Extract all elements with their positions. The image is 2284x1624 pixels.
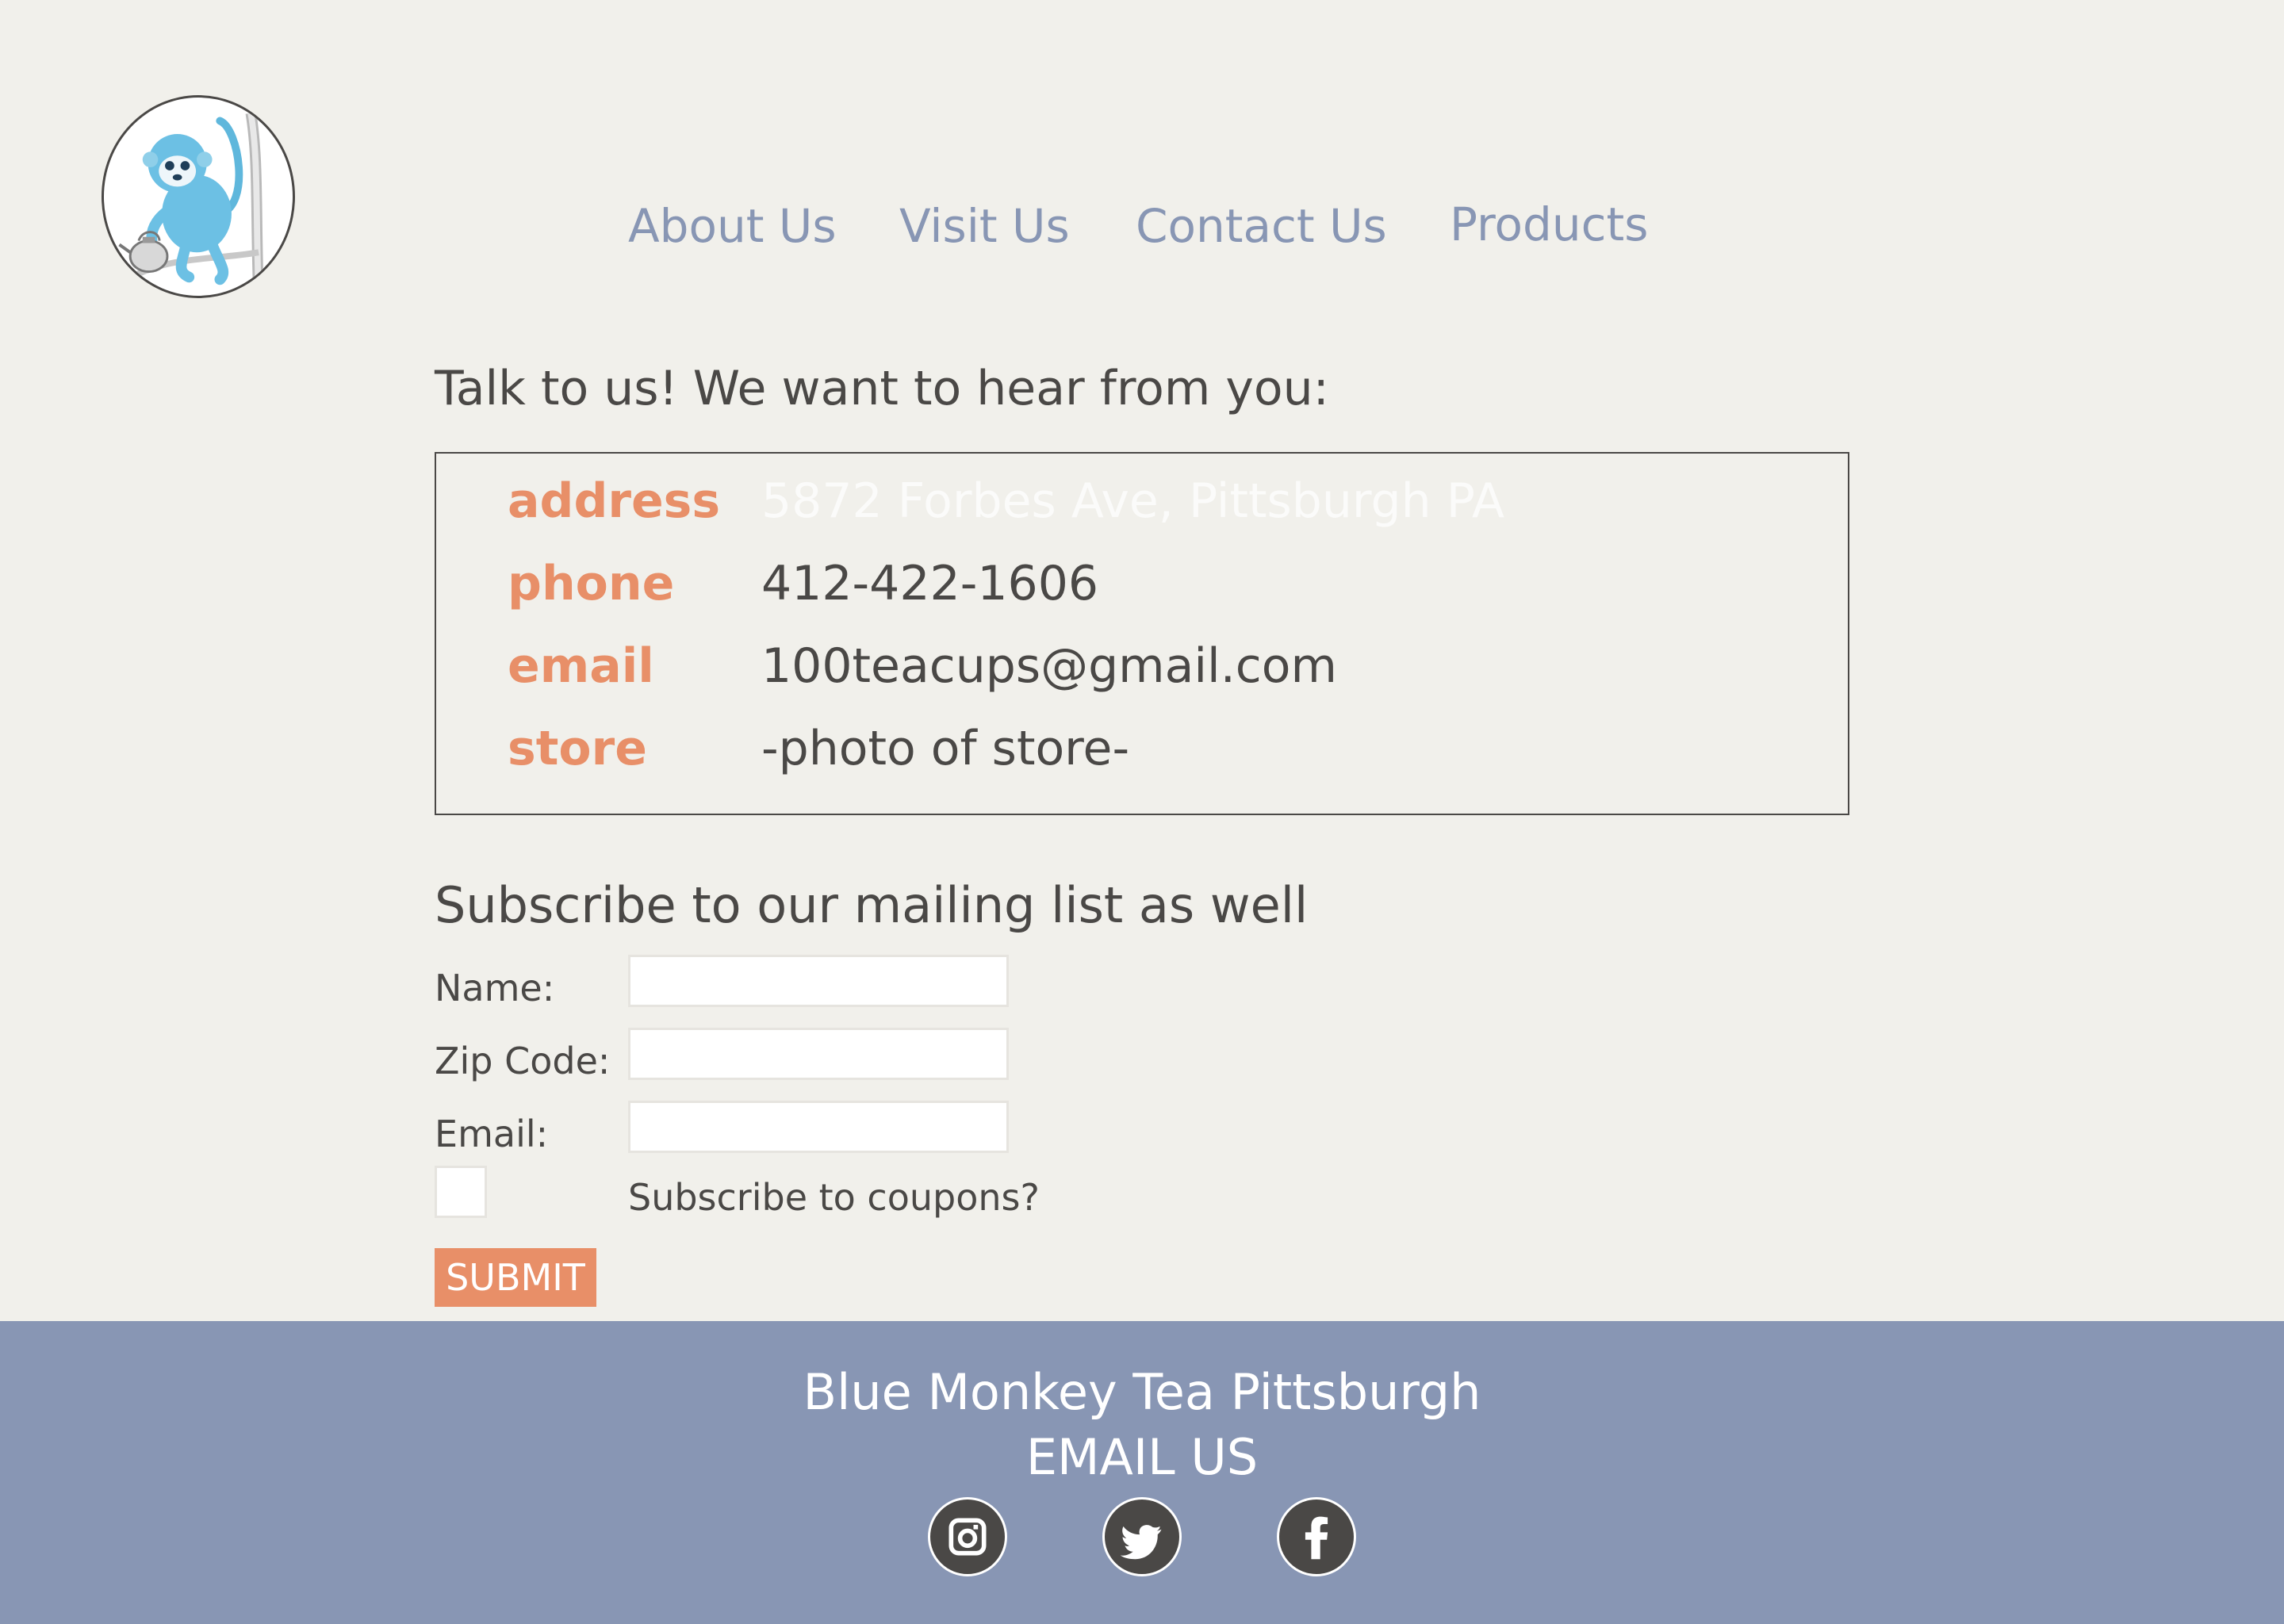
phone-label: phone bbox=[508, 556, 675, 611]
nav-about-us[interactable]: About Us bbox=[628, 190, 837, 262]
store-label: store bbox=[508, 721, 647, 776]
contact-info-box: address 5872 Forbes Ave, Pittsburgh PA p… bbox=[435, 452, 1849, 815]
name-label: Name: bbox=[435, 967, 555, 1009]
address-row: address 5872 Forbes Ave, Pittsburgh PA bbox=[508, 460, 1776, 542]
store-photo-placeholder: -photo of store- bbox=[761, 721, 1130, 776]
phone-value[interactable]: 412-422-1606 bbox=[761, 542, 1098, 625]
facebook-icon[interactable] bbox=[1277, 1497, 1356, 1576]
email-label: email bbox=[508, 638, 654, 694]
address-label: address bbox=[508, 473, 721, 529]
main-nav: About Us Visit Us Contact Us Products bbox=[0, 190, 2284, 262]
phone-row: phone 412-422-1606 bbox=[508, 542, 1776, 625]
address-value: 5872 Forbes Ave, Pittsburgh PA bbox=[761, 473, 1505, 529]
nav-products[interactable]: Products bbox=[1450, 189, 1648, 260]
email-value[interactable]: 100teacups@gmail.com bbox=[761, 625, 1337, 707]
contact-intro-heading: Talk to us! We want to hear from you: bbox=[435, 361, 1329, 416]
submit-button[interactable]: SUBMIT bbox=[435, 1248, 596, 1307]
email-input[interactable] bbox=[628, 1101, 1009, 1153]
twitter-icon[interactable] bbox=[1102, 1497, 1182, 1576]
footer: Blue Monkey Tea Pittsburgh EMAIL US bbox=[0, 1321, 2284, 1624]
email-us-link[interactable]: EMAIL US bbox=[0, 1426, 2284, 1489]
footer-brand: Blue Monkey Tea Pittsburgh bbox=[803, 1363, 1481, 1421]
zip-code-label: Zip Code: bbox=[435, 1040, 611, 1082]
instagram-icon[interactable] bbox=[928, 1497, 1007, 1576]
name-input[interactable] bbox=[628, 955, 1009, 1007]
nav-visit-us[interactable]: Visit Us bbox=[899, 190, 1070, 262]
email-field-label: Email: bbox=[435, 1113, 549, 1155]
email-row: email 100teacups@gmail.com bbox=[508, 625, 1776, 707]
store-row: store -photo of store- bbox=[508, 707, 1776, 790]
nav-contact-us[interactable]: Contact Us bbox=[1136, 190, 1387, 262]
coupons-checkbox[interactable] bbox=[435, 1166, 487, 1218]
coupons-label: Subscribe to coupons? bbox=[628, 1176, 1040, 1219]
zip-code-input[interactable] bbox=[628, 1028, 1009, 1080]
subscribe-heading: Subscribe to our mailing list as well bbox=[435, 876, 1309, 934]
